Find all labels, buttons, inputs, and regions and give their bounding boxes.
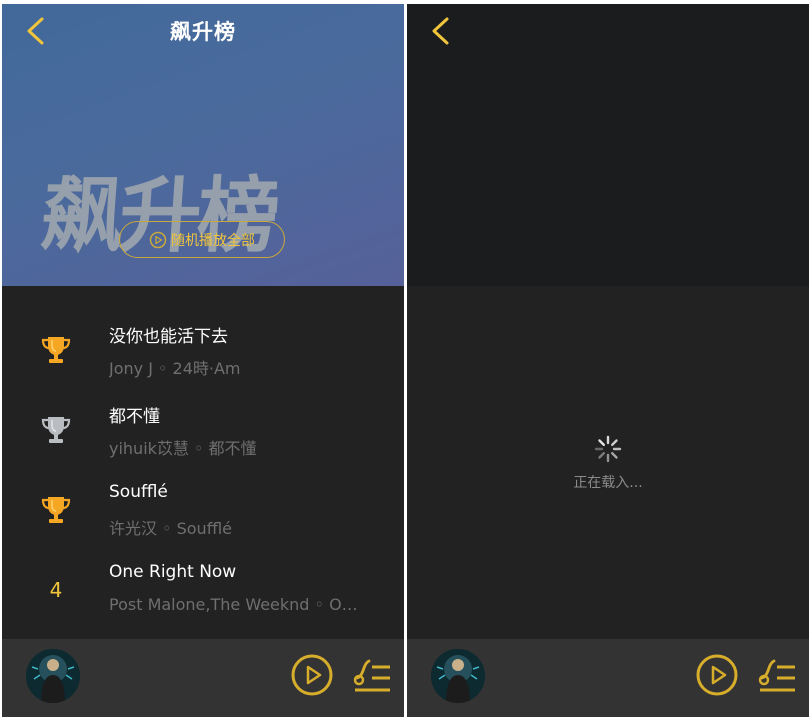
gold-trophy-icon	[41, 337, 71, 363]
rank-badge	[36, 492, 76, 528]
rank-badge	[36, 412, 76, 448]
song-artist-album: Jony J ◦ 24時·Am	[109, 359, 241, 378]
song-title: Soufflé	[109, 482, 168, 502]
spinner-icon	[594, 435, 622, 463]
chart-banner: 飙升榜 飙升榜 随机播放全部	[2, 4, 404, 286]
play-button-icon[interactable]	[290, 653, 334, 697]
silver-trophy-icon	[41, 417, 71, 443]
loading-screen: 正在载入...	[407, 4, 809, 717]
song-artist-album: Post Malone,The Weeknd ◦ One Right Now	[109, 595, 364, 614]
song-row[interactable]: 4 One Right Now Post Malone,The Weeknd ◦…	[2, 546, 404, 626]
shuffle-label: 随机播放全部	[171, 232, 255, 249]
song-row[interactable]: 没你也能活下去 Jony J ◦ 24時·Am	[2, 306, 404, 386]
song-title: One Right Now	[109, 562, 237, 582]
playlist-icon[interactable]	[757, 656, 797, 694]
song-row[interactable]: Soufflé 许光汉 ◦ Soufflé	[2, 466, 404, 546]
loading-banner	[407, 4, 809, 286]
shuffle-play-all-button[interactable]: 随机播放全部	[119, 221, 285, 258]
rank-number: 4	[49, 578, 63, 602]
chart-screen: 飙升榜 飙升榜 随机播放全部 没你也能活下去 Jony J ◦ 24時·Am 都…	[2, 4, 404, 717]
mini-player	[2, 639, 404, 717]
mini-player	[407, 639, 809, 717]
rank-badge	[36, 332, 76, 368]
back-chevron-icon[interactable]	[427, 16, 457, 46]
loading-text: 正在载入...	[573, 475, 643, 491]
song-artist-album: 许光汉 ◦ Soufflé	[109, 519, 233, 538]
song-list: 没你也能活下去 Jony J ◦ 24時·Am 都不懂 yihuik苡慧 ◦ 都…	[2, 306, 404, 626]
song-title: 都不懂	[109, 407, 160, 427]
album-cover[interactable]	[26, 649, 80, 703]
song-title: 没你也能活下去	[109, 327, 228, 347]
play-button-icon[interactable]	[695, 653, 739, 697]
page-title: 飙升榜	[170, 20, 236, 44]
play-circle-icon	[149, 231, 167, 248]
loading-indicator: 正在载入...	[407, 434, 809, 492]
gold-trophy-icon	[41, 497, 71, 523]
playlist-icon[interactable]	[352, 656, 392, 694]
rank-badge: 4	[36, 572, 76, 608]
song-artist-album: yihuik苡慧 ◦ 都不懂	[109, 439, 257, 458]
song-row[interactable]: 都不懂 yihuik苡慧 ◦ 都不懂	[2, 386, 404, 466]
album-cover[interactable]	[431, 649, 485, 703]
